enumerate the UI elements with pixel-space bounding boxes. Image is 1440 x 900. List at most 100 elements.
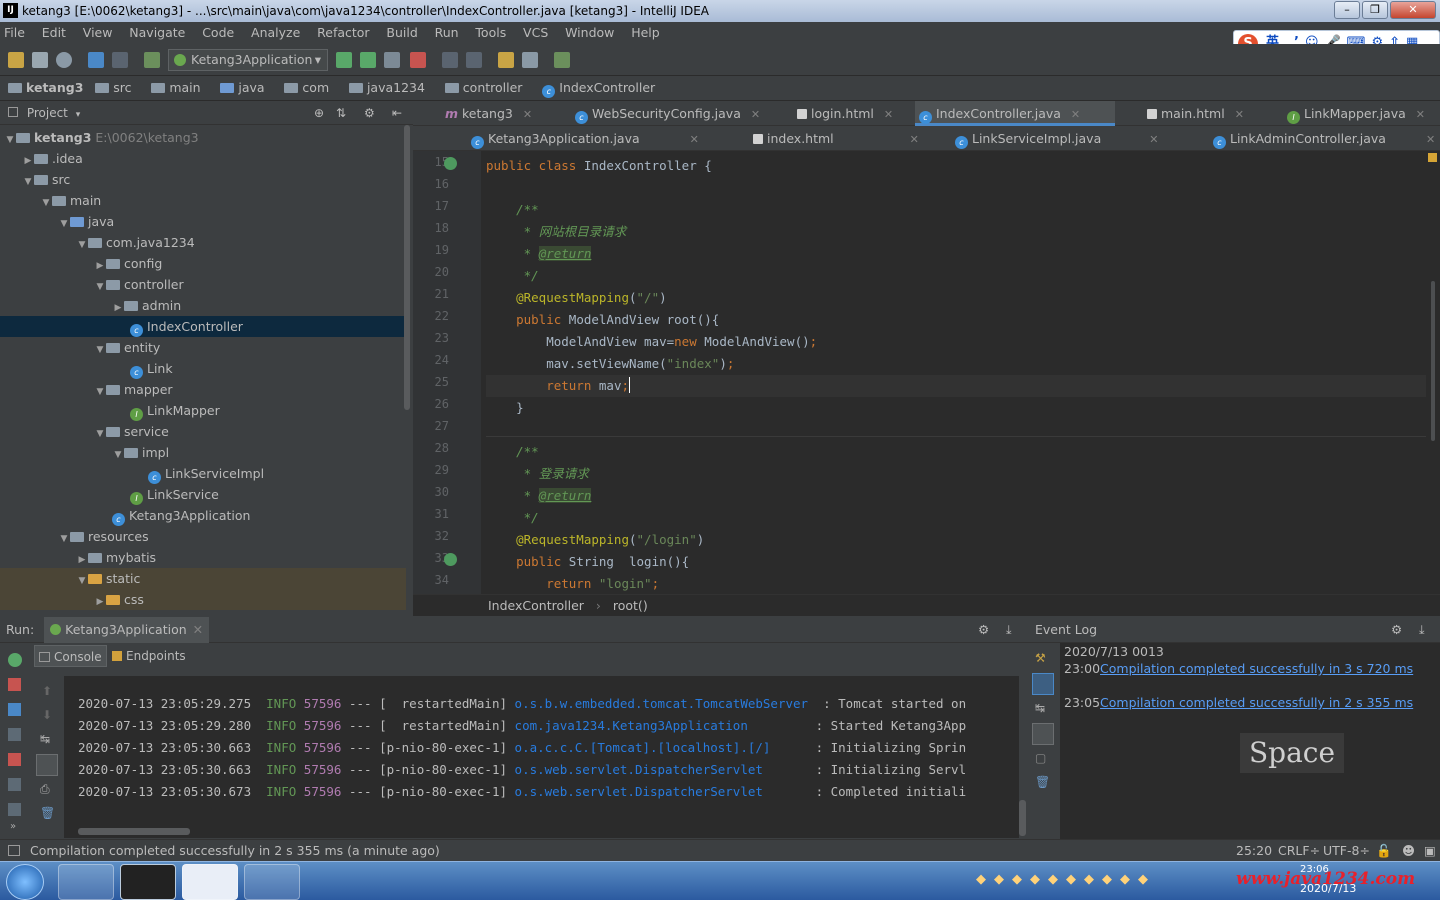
hide-panel-icon[interactable]: ⤓ (1006, 617, 1012, 643)
close-icon[interactable]: ✕ (910, 133, 919, 146)
close-icon[interactable]: ✕ (1235, 108, 1244, 121)
taskbar-chrome-icon[interactable] (244, 864, 300, 900)
breadcrumb-method[interactable]: root() (613, 598, 648, 613)
chevron-down-icon[interactable]: ▾ (76, 110, 81, 120)
tree-item-admin[interactable]: ▶ admin (0, 295, 406, 316)
layout-icon[interactable] (8, 778, 21, 791)
tree-item-linkserviceimpl[interactable]: c LinkServiceImpl (0, 463, 406, 484)
taskbar-app-icon[interactable] (182, 864, 238, 900)
soft-wrap-icon[interactable]: ↹ (1035, 701, 1045, 715)
system-tray-icons[interactable]: ◆◆◆◆◆◆◆◆◆◆ (976, 872, 1156, 887)
arrow-up-icon[interactable]: ⬆ (42, 684, 52, 698)
close-icon[interactable]: ✕ (690, 133, 699, 146)
menu-navigate[interactable]: Navigate (129, 25, 185, 40)
scroll-to-end-icon[interactable] (36, 754, 58, 776)
tool-window-icon[interactable] (8, 845, 20, 856)
close-icon[interactable]: ✕ (884, 108, 893, 121)
rerun-icon[interactable] (8, 653, 22, 667)
stop-icon[interactable] (8, 678, 21, 691)
pin-icon[interactable] (8, 803, 21, 816)
tree-item-root[interactable]: ▼ ketang3 E:\0062\ketang3 (0, 127, 406, 148)
close-icon[interactable]: ✕ (1416, 108, 1425, 121)
code-editor[interactable]: public class IndexController { /** * 网站根… (486, 151, 1426, 594)
nav-main[interactable]: main (151, 80, 208, 95)
editor-scrollbar[interactable] (1431, 281, 1435, 441)
line-separator[interactable]: CRLF÷ (1278, 840, 1320, 861)
vcs-update-icon[interactable] (442, 52, 458, 68)
nav-ketang3[interactable]: ketang3 (8, 80, 83, 95)
print-icon[interactable]: ⎙ (40, 782, 50, 797)
nav-indexcontroller[interactable]: c IndexController (542, 80, 663, 98)
pause-icon[interactable] (8, 703, 21, 716)
tab-login-html[interactable]: login.html ✕ (793, 101, 893, 126)
trash-icon[interactable]: 🗑 (40, 806, 55, 820)
layout-icon[interactable]: ▢ (1035, 751, 1046, 765)
nav-java[interactable]: java (220, 80, 272, 95)
tree-item-linkservice[interactable]: I LinkService (0, 484, 406, 505)
clock-date[interactable]: 2020/7/13 (1300, 882, 1356, 895)
tab-ketang3[interactable]: m ketang3 ✕ (441, 101, 532, 126)
close-icon[interactable]: ✕ (1071, 108, 1080, 121)
tree-item-link[interactable]: c Link (0, 358, 406, 379)
event-link[interactable]: Compilation completed successfully in 3 … (1100, 661, 1413, 676)
tab-main-html[interactable]: main.html ✕ (1143, 101, 1244, 126)
menu-tools[interactable]: Tools (475, 25, 506, 40)
menu-view[interactable]: View (83, 25, 113, 40)
spring-bean-icon[interactable] (444, 553, 457, 566)
notifications-icon[interactable]: ▣ (1424, 840, 1436, 861)
clock-time[interactable]: 23:06 (1300, 864, 1329, 875)
trash-icon[interactable]: 🗑 (1035, 775, 1050, 789)
tab-linkmapper[interactable]: I LinkMapper.java ✕ (1283, 101, 1425, 126)
taskbar-app-icon[interactable] (58, 864, 114, 900)
hide-panel-icon[interactable]: ⤓ (1419, 617, 1425, 643)
tab-linkserviceimpl[interactable]: c LinkServiceImpl.java ✕ (951, 126, 1158, 151)
console-hscrollbar[interactable] (78, 828, 190, 835)
maximize-button[interactable]: ❐ (1362, 1, 1388, 19)
menu-refactor[interactable]: Refactor (317, 25, 369, 40)
menu-vcs[interactable]: VCS (523, 25, 548, 40)
save-icon[interactable] (32, 52, 48, 68)
console-vscrollbar[interactable] (1019, 800, 1026, 836)
debug-icon[interactable] (360, 52, 376, 68)
tree-item-controller[interactable]: ▼ controller (0, 274, 406, 295)
more-icon[interactable]: » (10, 821, 16, 832)
tree-item-ketang3application[interactable]: c Ketang3Application (0, 505, 406, 526)
tree-item-service[interactable]: ▼ service (0, 421, 406, 442)
coverage-icon[interactable] (384, 52, 400, 68)
menu-edit[interactable]: Edit (42, 25, 66, 40)
stop-icon[interactable] (410, 52, 426, 68)
forward-icon[interactable] (112, 52, 128, 68)
warning-icon[interactable] (1428, 153, 1437, 162)
soft-wrap-icon[interactable]: ↹ (40, 732, 50, 746)
tree-item-java[interactable]: ▼ java (0, 211, 406, 232)
tab-linkadmincontroller[interactable]: c LinkAdminController.java ✕ (1209, 126, 1435, 151)
sync-icon[interactable] (56, 52, 72, 68)
tree-item-impl[interactable]: ▼ impl (0, 442, 406, 463)
menu-window[interactable]: Window (565, 25, 614, 40)
hide-panel-icon[interactable]: ⇤ (392, 101, 402, 125)
close-icon[interactable]: ✕ (751, 108, 760, 121)
scroll-to-end-icon[interactable] (1032, 723, 1054, 745)
nav-java1234[interactable]: java1234 (348, 80, 433, 95)
tree-item-src[interactable]: ▼ src (0, 169, 406, 190)
editor-error-stripe[interactable] (1426, 151, 1440, 594)
menu-file[interactable]: File (4, 25, 25, 40)
tab-console[interactable]: Console (34, 645, 107, 667)
back-icon[interactable] (88, 52, 104, 68)
gear-icon[interactable]: ⚙ (1391, 617, 1402, 643)
tree-item-mybatis[interactable]: ▶ mybatis (0, 547, 406, 568)
collapse-icon[interactable]: ⇅ (336, 101, 346, 125)
tree-item-main[interactable]: ▼ main (0, 190, 406, 211)
settings-icon[interactable]: ⚒ (1035, 651, 1046, 665)
tab-ketang3application[interactable]: c Ketang3Application.java ✕ (467, 126, 699, 151)
close-icon[interactable]: ✕ (523, 108, 532, 121)
project-view-select[interactable]: Project (27, 106, 68, 120)
arrow-down-icon[interactable]: ⬇ (42, 708, 52, 722)
lock-icon[interactable]: 🔓 (1376, 840, 1392, 861)
nav-com[interactable]: com (284, 80, 337, 95)
tab-indexcontroller[interactable]: c IndexController.java ✕ (915, 101, 1115, 126)
gear-icon[interactable]: ⚙ (978, 617, 989, 643)
menu-analyze[interactable]: Analyze (251, 25, 300, 40)
tree-item-entity[interactable]: ▼ entity (0, 337, 406, 358)
nav-src[interactable]: src (95, 80, 139, 95)
